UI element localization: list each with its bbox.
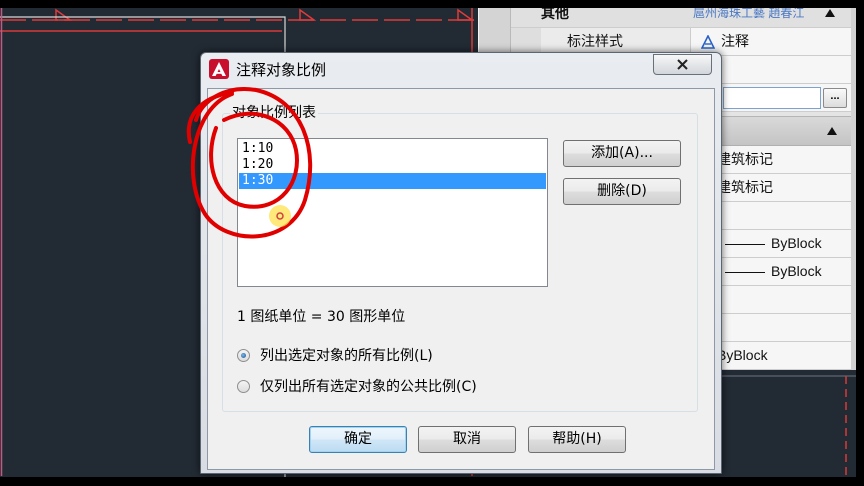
property-value: 注释 — [721, 33, 749, 49]
radio-label: 仅列出所有选定对象的公共比例(C) — [260, 379, 477, 395]
annotation-scale-dialog[interactable]: 注释对象比例 对象比例列表 1:10 1:20 1:30 添加(A)... 删除(D… — [200, 52, 722, 474]
help-button[interactable]: 帮助(H) — [528, 426, 626, 453]
scale-list-item[interactable]: 1:20 — [239, 157, 546, 173]
property-name: 标注样式 — [567, 33, 623, 49]
letterbox-top — [0, 0, 864, 8]
scale-list-item[interactable]: 1:30 — [239, 173, 546, 189]
property-value: ByBlock — [771, 263, 822, 279]
dialog-body: 对象比例列表 1:10 1:20 1:30 添加(A)... 删除(D) 1 图纸单… — [207, 88, 715, 470]
radio-button-circle[interactable] — [237, 380, 250, 393]
dialog-title: 注释对象比例 — [236, 61, 327, 79]
letterbox-bottom — [0, 477, 864, 486]
letterbox-right — [856, 0, 864, 486]
screen: 其他 扈州海珠工藝 趙春江 标注样式 注释 ... 建筑标记 建筑标记 ByBl… — [0, 0, 864, 486]
radio-list-common-scales[interactable]: 仅列出所有选定对象的公共比例(C) — [237, 378, 527, 396]
add-scale-button[interactable]: 添加(A)... — [563, 140, 681, 167]
collapse-up-icon[interactable] — [827, 127, 837, 135]
radio-button-circle[interactable] — [237, 349, 250, 362]
close-icon — [677, 59, 688, 70]
ok-button[interactable]: 确定 — [309, 426, 407, 453]
scale-list-item[interactable]: 1:10 — [239, 141, 546, 157]
scale-ratio-text: 1 图纸单位 = 30 图形单位 — [237, 309, 406, 325]
property-value: ByBlock — [717, 347, 768, 363]
property-value-input[interactable] — [723, 87, 821, 109]
collapse-up-icon[interactable] — [825, 9, 835, 17]
autocad-logo-icon — [209, 59, 229, 79]
property-value: 建筑标记 — [717, 151, 773, 167]
scale-listbox[interactable]: 1:10 1:20 1:30 — [237, 138, 548, 287]
radio-list-all-scales[interactable]: 列出选定对象的所有比例(L) — [237, 347, 497, 365]
ellipsis-button[interactable]: ... — [823, 88, 847, 108]
property-value: 建筑标记 — [717, 179, 773, 195]
linetype-sample — [725, 272, 765, 273]
annotative-icon — [701, 35, 715, 49]
radio-label: 列出选定对象的所有比例(L) — [260, 348, 433, 364]
delete-scale-button[interactable]: 删除(D) — [563, 178, 681, 205]
group-label: 对象比例列表 — [230, 104, 318, 122]
row-indent — [511, 28, 541, 55]
property-value: ByBlock — [771, 235, 822, 251]
property-value-cell[interactable] — [691, 28, 851, 55]
close-button[interactable] — [653, 54, 712, 75]
linetype-sample — [725, 244, 765, 245]
cancel-button[interactable]: 取消 — [418, 426, 516, 453]
